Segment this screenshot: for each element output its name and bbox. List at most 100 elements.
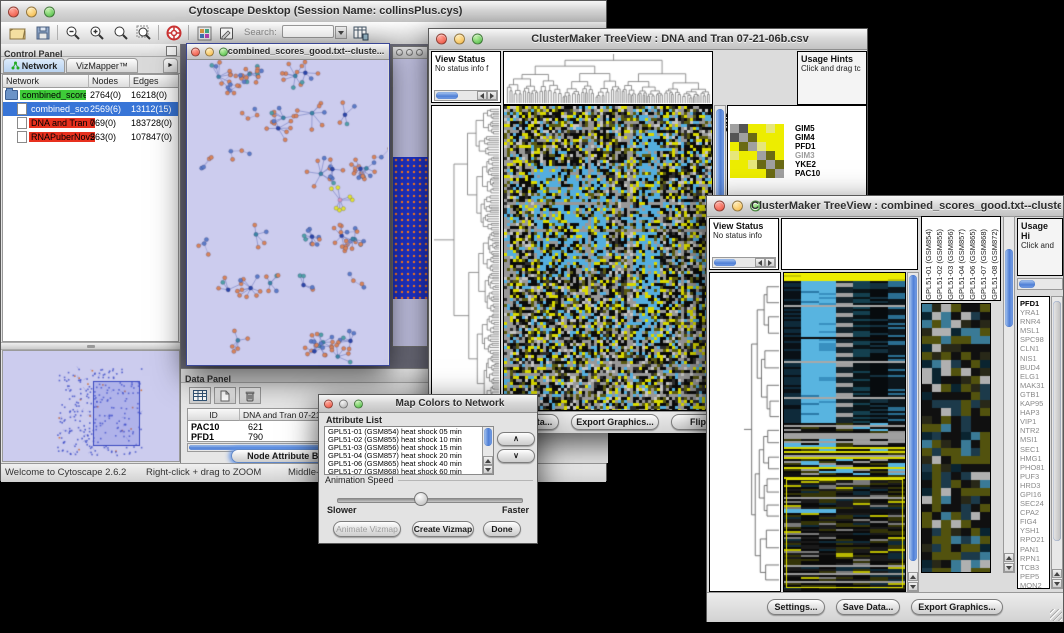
gene-label[interactable]: PEP5	[1020, 572, 1049, 581]
tv2-top-dendrogram-area[interactable]	[781, 218, 918, 270]
tv1-matrix-cell[interactable]	[766, 142, 775, 151]
tv1-matrix-cell[interactable]	[748, 160, 757, 169]
table-cell[interactable]: PFD1	[191, 432, 214, 442]
zoom-fit-icon[interactable]	[134, 24, 154, 42]
scroll-up-icon[interactable]	[1052, 569, 1062, 578]
column-header-edges[interactable]: Edges	[130, 75, 178, 88]
gene-label[interactable]: TCB3	[1020, 563, 1049, 572]
tv2-column-label[interactable]: GPL51-08 (GSM872)	[989, 229, 1000, 300]
table-cell[interactable]: 790	[248, 432, 263, 442]
gene-label[interactable]: RPO21	[1020, 535, 1049, 544]
tv1-matrix-cell[interactable]	[766, 124, 775, 133]
tv1-matrix-cell[interactable]	[775, 133, 784, 142]
gene-label[interactable]: MSI1	[1020, 435, 1049, 444]
tab-vizmapper[interactable]: VizMapper™	[66, 58, 138, 73]
gene-label[interactable]: HRD3	[1020, 481, 1049, 490]
table-panel-icon[interactable]	[351, 24, 371, 42]
resize-grip[interactable]	[1050, 609, 1062, 621]
tv1-matrix-cell[interactable]	[730, 160, 739, 169]
network-canvas[interactable]	[188, 60, 388, 365]
tv2-column-label[interactable]: GPL51-07 (GSM868)	[978, 229, 989, 300]
tv1-matrix-cell[interactable]	[739, 160, 748, 169]
export-graphics-button[interactable]: Export Graphics...	[571, 414, 659, 430]
attribute-list-scrollbar[interactable]	[482, 427, 493, 474]
gene-label[interactable]: MAK31	[1020, 381, 1049, 390]
move-down-button[interactable]: ∨	[497, 449, 535, 463]
minimize-button[interactable]	[732, 201, 743, 212]
tv1-matrix-cell[interactable]	[730, 151, 739, 160]
close-button[interactable]	[191, 47, 200, 56]
column-header-network[interactable]: Network	[3, 75, 89, 88]
network-list-row[interactable]: RNAPuberNov2+563(0)107847(0)	[3, 130, 178, 144]
gene-label[interactable]: ELG1	[1020, 372, 1049, 381]
tv2-row-dendrogram[interactable]	[709, 272, 781, 592]
tv1-row-label[interactable]: YKE2	[795, 160, 820, 169]
tv1-heatmap[interactable]	[503, 105, 713, 411]
tv1-matrix-cell[interactable]	[775, 151, 784, 160]
close-button[interactable]	[396, 49, 403, 56]
gene-label[interactable]: CPA2	[1020, 508, 1049, 517]
tv1-matrix-cell[interactable]	[739, 169, 748, 178]
tv1-matrix-cell[interactable]	[739, 142, 748, 151]
gene-label[interactable]: PFD1	[1020, 299, 1049, 308]
minimize-button[interactable]	[205, 47, 214, 56]
close-button[interactable]	[8, 6, 19, 17]
close-button[interactable]	[324, 399, 333, 408]
tv1-row-label[interactable]: PAC10	[795, 169, 820, 178]
animation-speed-slider[interactable]	[337, 498, 523, 503]
tv1-row-label[interactable]: GIM5	[795, 124, 820, 133]
slider-thumb[interactable]	[414, 492, 428, 506]
view-status-scrollbar[interactable]	[434, 90, 498, 101]
tv1-matrix-cell[interactable]	[757, 151, 766, 160]
tv2-heatmap-vscrollbar[interactable]	[907, 272, 919, 592]
scroll-up-icon[interactable]	[908, 572, 918, 581]
minimize-button[interactable]	[454, 34, 465, 45]
tv1-matrix-cell[interactable]	[748, 142, 757, 151]
gene-label[interactable]: VIP1	[1020, 417, 1049, 426]
help-lifering-icon[interactable]	[164, 24, 184, 42]
gene-label[interactable]: NTR2	[1020, 426, 1049, 435]
gene-label[interactable]: SEC1	[1020, 445, 1049, 454]
tv1-matrix-cell[interactable]	[730, 169, 739, 178]
close-button[interactable]	[436, 34, 447, 45]
gene-label[interactable]: HMG1	[1020, 454, 1049, 463]
network-list-row[interactable]: DNA and Tran 07769(0)183728(0)	[3, 116, 178, 130]
annotation-icon[interactable]	[216, 24, 236, 42]
table-mode-button[interactable]	[189, 387, 211, 404]
gene-label[interactable]: FIG4	[1020, 517, 1049, 526]
new-attribute-button[interactable]	[214, 387, 236, 404]
gene-label[interactable]: CLN1	[1020, 344, 1049, 353]
gene-label[interactable]: BUD4	[1020, 363, 1049, 372]
tv1-matrix-cell[interactable]	[766, 133, 775, 142]
settings-button[interactable]: Settings...	[767, 599, 825, 615]
tv2-column-label[interactable]: GPL51-01 (GSM854)	[923, 229, 934, 300]
scroll-up-icon[interactable]	[1004, 553, 1014, 562]
gene-label[interactable]: MSL1	[1020, 326, 1049, 335]
tv1-matrix-cell[interactable]	[757, 142, 766, 151]
gene-label[interactable]: MON2	[1020, 581, 1049, 589]
tv1-matrix-cell[interactable]	[775, 169, 784, 178]
move-up-button[interactable]: ∧	[497, 432, 535, 446]
birdseye-view[interactable]	[2, 350, 180, 462]
network-list-row[interactable]: combined_scores2764(0)16218(0)	[3, 88, 178, 102]
network-list-row[interactable]: combined_sco2569(6)13112(15)	[3, 102, 178, 116]
attribute-list-item[interactable]: GPL51-07 (GSM868) heat shock 60 min	[326, 468, 481, 475]
scroll-right-icon[interactable]	[765, 258, 775, 267]
zoom-button[interactable]	[44, 6, 55, 17]
tv2-usage-scrollbar[interactable]	[1017, 278, 1063, 290]
vizmap-icon[interactable]	[194, 24, 214, 42]
zoom-out-icon[interactable]	[63, 24, 83, 42]
table-cell[interactable]: 621	[248, 422, 263, 432]
zoom-in-icon[interactable]	[87, 24, 107, 42]
gene-label[interactable]: HAP3	[1020, 408, 1049, 417]
tv2-column-label[interactable]: GPL51-06 (GSM865)	[967, 229, 978, 300]
tab-overflow-arrow[interactable]: ►	[163, 58, 178, 73]
tv1-matrix-cell[interactable]	[757, 133, 766, 142]
close-button[interactable]	[714, 201, 725, 212]
gene-label[interactable]: PUF3	[1020, 472, 1049, 481]
tv2-column-label[interactable]: GPL51-04 (GSM857)	[956, 229, 967, 300]
tab-network[interactable]: Network	[3, 58, 65, 73]
done-button[interactable]: Done	[483, 521, 521, 537]
animate-vizmap-button[interactable]: Animate Vizmap	[333, 521, 401, 537]
gene-label[interactable]: NIS1	[1020, 354, 1049, 363]
